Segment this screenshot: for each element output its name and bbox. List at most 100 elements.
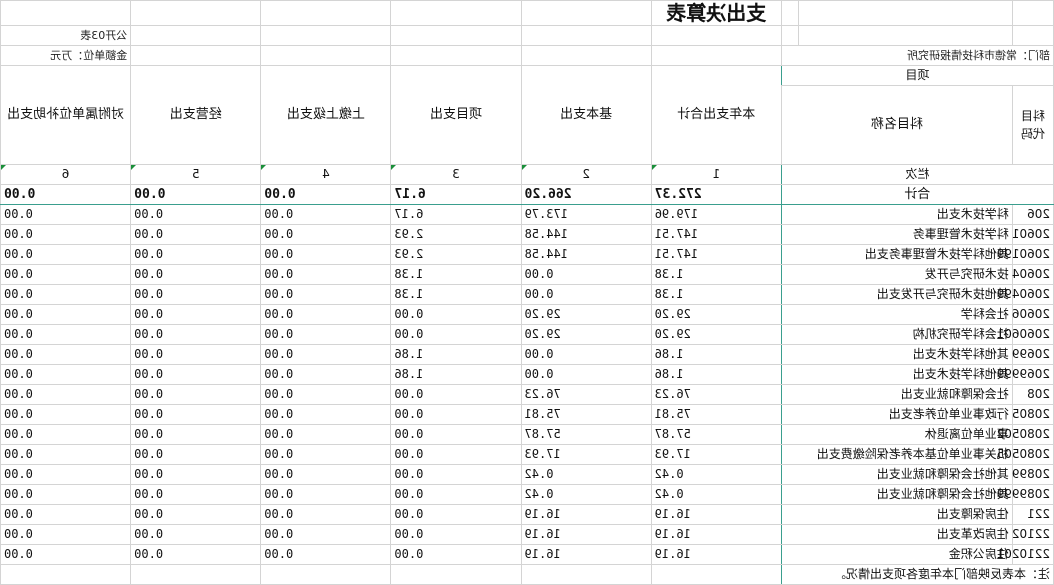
subject-code[interactable]: 221 [1012, 504, 1054, 525]
amount-cell[interactable]: 0.00 [0, 504, 131, 525]
total-value[interactable]: 6.17 [390, 184, 522, 205]
subject-name[interactable]: 住房改革支出 [781, 524, 1013, 545]
amount-cell[interactable]: 2.93 [390, 224, 522, 245]
amount-cell[interactable]: 0.00 [0, 324, 131, 345]
amount-cell[interactable]: 0.42 [651, 464, 782, 485]
amount-cell[interactable]: 0.00 [0, 284, 131, 305]
amount-cell[interactable]: 0.00 [0, 364, 131, 385]
amount-cell[interactable]: 0.00 [260, 464, 391, 485]
cell-i1[interactable] [0, 0, 131, 26]
amount-cell[interactable]: 0.00 [260, 284, 391, 305]
amount-cell[interactable]: 1.86 [651, 344, 782, 365]
table-row[interactable]: 2060601 社会科学研究机构 29.20 29.20 0.00 0.00 0.00 0.0… [0, 324, 1054, 345]
amount-cell[interactable]: 0.00 [0, 224, 131, 245]
subject-name[interactable]: 其他科学技术管理事务支出 [781, 244, 1013, 265]
amount-cell[interactable]: 0.00 [260, 224, 391, 245]
table-row[interactable]: 2210201 住房公积金 16.19 16.19 0.00 0.00 0.00 0.00 [0, 544, 1054, 565]
amount-cell[interactable]: 173.79 [521, 204, 652, 225]
amount-cell[interactable]: 144.58 [521, 224, 652, 245]
amount-cell[interactable]: 0.00 [130, 484, 261, 505]
subject-code[interactable]: 20604 [1012, 264, 1054, 285]
total-value[interactable]: 0.00 [130, 184, 261, 205]
amount-cell[interactable]: 1.86 [390, 364, 522, 385]
subject-code[interactable]: 2060499 [997, 284, 1054, 305]
amount-cell[interactable]: 0.00 [260, 544, 391, 565]
amount-cell[interactable]: 0.00 [521, 284, 652, 305]
table-row[interactable]: 20899 其他社会保障和就业支出 0.42 0.42 0.00 0.00 0.00 0.00 [0, 464, 1054, 485]
amount-cell[interactable]: 0.42 [651, 484, 782, 505]
table-row[interactable]: 2089999 其他社会保障和就业支出 0.42 0.42 0.00 0.00 0.00 0.… [0, 484, 1054, 505]
subject-name[interactable]: 住房公积金 [781, 544, 1013, 565]
subject-name[interactable]: 事业单位离退休 [781, 424, 1013, 445]
table-row[interactable]: 206 科学技术支出 179.96 173.79 6.17 0.00 0.00 0.00 [0, 204, 1054, 225]
subject-name[interactable]: 科学技术管理事务 [781, 224, 1013, 245]
subject-code[interactable]: 206 [1012, 204, 1054, 225]
amount-cell[interactable]: 0.00 [260, 444, 391, 465]
amount-cell[interactable]: 76.23 [651, 384, 782, 405]
table-row[interactable]: 20699 其他科学技术支出 1.86 0.00 1.86 0.00 0.00 0.00 [0, 344, 1054, 365]
subject-name[interactable]: 其他技术研究与开发支出 [781, 284, 1013, 305]
amount-cell[interactable]: 0.00 [390, 444, 522, 465]
amount-cell[interactable]: 0.00 [0, 204, 131, 225]
amount-cell[interactable]: 0.00 [130, 324, 261, 345]
subject-name[interactable]: 社会保障和就业支出 [781, 384, 1013, 405]
subject-name[interactable]: 社会科学研究机构 [781, 324, 1013, 345]
amount-cell[interactable]: 75.81 [521, 404, 652, 425]
subject-name[interactable]: 行政事业单位养老支出 [781, 404, 1013, 425]
amount-cell[interactable]: 0.00 [130, 284, 261, 305]
amount-cell[interactable]: 0.00 [130, 264, 261, 285]
amount-cell[interactable]: 147.51 [651, 224, 782, 245]
amount-cell[interactable]: 29.20 [521, 304, 652, 325]
cell-h1[interactable] [130, 0, 261, 26]
amount-cell[interactable]: 0.00 [130, 444, 261, 465]
amount-cell[interactable]: 0.00 [260, 264, 391, 285]
amount-cell[interactable]: 0.00 [130, 384, 261, 405]
table-row[interactable]: 20601 科学技术管理事务 147.51 144.58 2.93 0.00 0.00 0.0… [0, 224, 1054, 245]
table-row[interactable]: 2080505 机关事业单位基本养老保险缴费支出 17.93 17.93 0.00 0.0… [0, 444, 1054, 465]
amount-cell[interactable]: 0.00 [390, 484, 522, 505]
table-row[interactable]: 2060499 其他技术研究与开发支出 1.38 0.00 1.38 0.00 0.00 0.… [0, 284, 1054, 305]
amount-cell[interactable]: 0.00 [390, 544, 522, 565]
subject-code[interactable]: 2060601 [997, 324, 1054, 345]
subject-name[interactable]: 机关事业单位基本养老保险缴费支出 [781, 444, 1013, 465]
amount-cell[interactable]: 0.00 [521, 344, 652, 365]
amount-cell[interactable]: 0.00 [390, 304, 522, 325]
amount-cell[interactable]: 1.38 [390, 264, 522, 285]
amount-cell[interactable]: 16.19 [651, 544, 782, 565]
amount-cell[interactable]: 0.00 [130, 224, 261, 245]
amount-cell[interactable]: 0.00 [260, 504, 391, 525]
amount-cell[interactable]: 0.00 [0, 304, 131, 325]
subject-code[interactable]: 20601 [1012, 224, 1054, 245]
table-row[interactable]: 208 社会保障和就业支出 76.23 76.23 0.00 0.00 0.00 0.00 [0, 384, 1054, 405]
amount-cell[interactable]: 0.00 [130, 244, 261, 265]
amount-cell[interactable]: 0.00 [130, 524, 261, 545]
amount-cell[interactable]: 0.00 [260, 304, 391, 325]
amount-cell[interactable]: 1.38 [390, 284, 522, 305]
amount-cell[interactable]: 0.00 [130, 424, 261, 445]
table-row[interactable]: 2069999 其他科学技术支出 1.86 0.00 1.86 0.00 0.00 0.00 [0, 364, 1054, 385]
subject-code[interactable]: 20606 [1012, 304, 1054, 325]
cell-g1[interactable] [260, 0, 391, 26]
subject-code[interactable]: 20805 [1012, 404, 1054, 425]
table-row[interactable]: 221 住房保障支出 16.19 16.19 0.00 0.00 0.00 0.00 [0, 504, 1054, 525]
amount-cell[interactable]: 0.00 [260, 364, 391, 385]
table-row[interactable]: 20604 技术研究与开发 1.38 0.00 1.38 0.00 0.00 0.00 [0, 264, 1054, 285]
cell-e1[interactable] [521, 0, 652, 26]
amount-cell[interactable]: 0.00 [521, 264, 652, 285]
amount-cell[interactable]: 0.00 [260, 204, 391, 225]
amount-cell[interactable]: 1.38 [651, 284, 782, 305]
cell-b1[interactable] [798, 0, 1013, 26]
amount-cell[interactable]: 0.00 [0, 404, 131, 425]
amount-cell[interactable]: 16.19 [651, 524, 782, 545]
table-row[interactable]: 22102 住房改革支出 16.19 16.19 0.00 0.00 0.00 0.00 [0, 524, 1054, 545]
table-row[interactable]: 2060199 其他科学技术管理事务支出 147.51 144.58 2.93 0.00 0… [0, 244, 1054, 265]
amount-cell[interactable]: 16.19 [651, 504, 782, 525]
amount-cell[interactable]: 0.00 [260, 324, 391, 345]
subject-name[interactable]: 住房保障支出 [781, 504, 1013, 525]
table-row[interactable]: 20606 社会科学 29.20 29.20 0.00 0.00 0.00 0.00 [0, 304, 1054, 325]
amount-cell[interactable]: 0.00 [260, 344, 391, 365]
amount-cell[interactable]: 0.00 [260, 424, 391, 445]
amount-cell[interactable]: 0.00 [0, 544, 131, 565]
subject-name[interactable]: 其他科学技术支出 [781, 364, 1013, 385]
subject-name[interactable]: 技术研究与开发 [781, 264, 1013, 285]
